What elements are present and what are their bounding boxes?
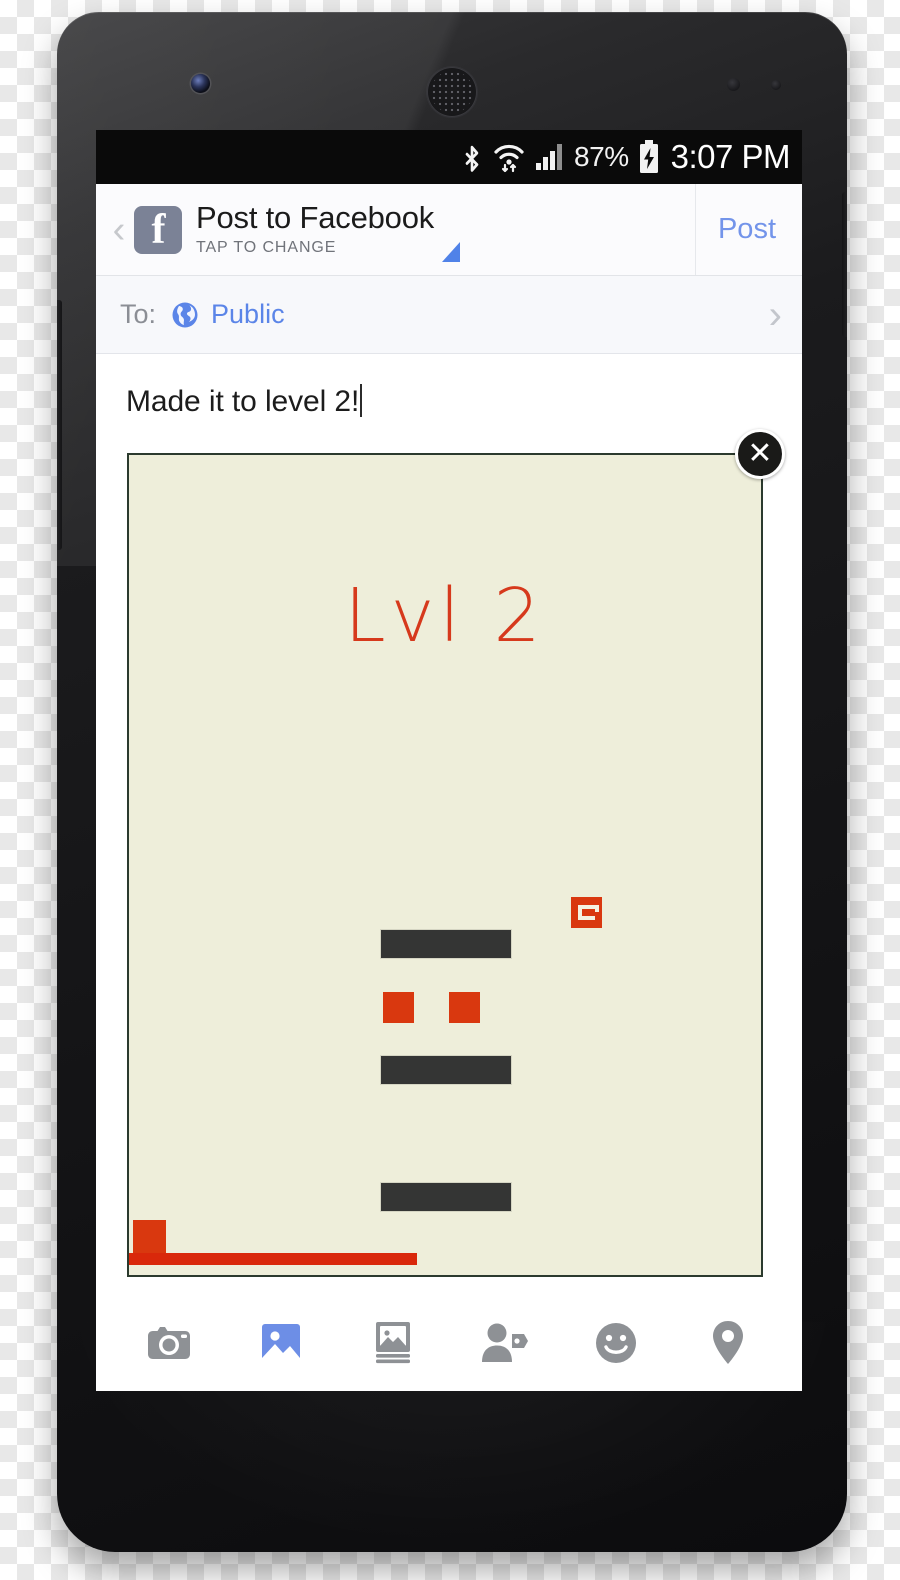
phone-screen: 87% 3:07 PM ‹ f Post to Facebook TAP TO … xyxy=(96,130,802,1391)
facebook-icon[interactable]: f xyxy=(134,205,182,254)
game-level-label: Lvl 2 xyxy=(344,573,546,659)
game-player-block xyxy=(133,1220,166,1253)
return-arrow-icon xyxy=(578,905,599,920)
attachment-toolbar xyxy=(96,1294,802,1391)
back-chevron-icon[interactable]: ‹ xyxy=(104,211,134,249)
camera-icon[interactable] xyxy=(137,1310,203,1376)
game-platform xyxy=(381,930,511,958)
audience-selector-row[interactable]: To: Public › xyxy=(96,276,802,354)
earpiece-speaker-icon xyxy=(427,67,477,117)
battery-percent-label: 87% xyxy=(574,141,629,172)
game-platform xyxy=(381,1183,511,1211)
game-enemy-block xyxy=(383,992,414,1023)
game-screenshot-attachment[interactable]: Lvl 2 xyxy=(127,453,763,1277)
photo-icon[interactable] xyxy=(248,1310,314,1376)
page-title: Post to Facebook xyxy=(196,200,435,236)
location-icon[interactable] xyxy=(695,1310,761,1376)
facebook-f-glyph: f xyxy=(151,206,166,253)
composer-area[interactable]: Made it to level 2! xyxy=(96,354,802,427)
game-enemy-block xyxy=(449,992,480,1023)
album-icon[interactable] xyxy=(360,1310,426,1376)
android-status-bar: 87% 3:07 PM xyxy=(96,130,802,184)
audience-label: To: xyxy=(120,299,157,329)
bluetooth-icon xyxy=(462,141,483,173)
feeling-icon[interactable] xyxy=(583,1310,649,1376)
game-platform xyxy=(381,1056,511,1084)
post-button[interactable]: Post xyxy=(694,184,802,275)
attachment-wrapper: ✕ Lvl 2 xyxy=(127,429,785,1277)
audience-value: Public xyxy=(211,299,285,329)
game-goal-block xyxy=(571,897,602,928)
phone-device: 87% 3:07 PM ‹ f Post to Facebook TAP TO … xyxy=(57,12,847,1552)
battery-charging-icon xyxy=(638,140,660,174)
chevron-right-icon[interactable]: › xyxy=(769,295,782,335)
app-bar: ‹ f Post to Facebook TAP TO CHANGE Post xyxy=(96,184,802,276)
wifi-icon xyxy=(492,140,526,174)
proximity-sensor-icon xyxy=(727,78,740,91)
page-subtitle: TAP TO CHANGE xyxy=(196,238,337,256)
cellular-signal-icon xyxy=(535,142,565,172)
power-button[interactable] xyxy=(842,192,847,337)
tag-people-icon[interactable] xyxy=(472,1310,538,1376)
front-camera-icon xyxy=(191,74,210,93)
volume-rocker-button[interactable] xyxy=(57,300,62,550)
close-glyph: ✕ xyxy=(747,437,773,470)
tap-triangle-icon xyxy=(442,242,460,262)
text-caret xyxy=(360,384,363,417)
globe-icon xyxy=(170,300,200,330)
game-ground-line xyxy=(129,1253,417,1265)
app-bar-titles: Post to Facebook TAP TO CHANGE xyxy=(196,202,434,257)
composer-text[interactable]: Made it to level 2! xyxy=(126,385,359,418)
earpiece-mesh xyxy=(431,71,473,113)
status-bar-clock: 3:07 PM xyxy=(670,138,791,175)
close-icon[interactable]: ✕ xyxy=(735,429,785,479)
light-sensor-icon xyxy=(771,80,781,90)
